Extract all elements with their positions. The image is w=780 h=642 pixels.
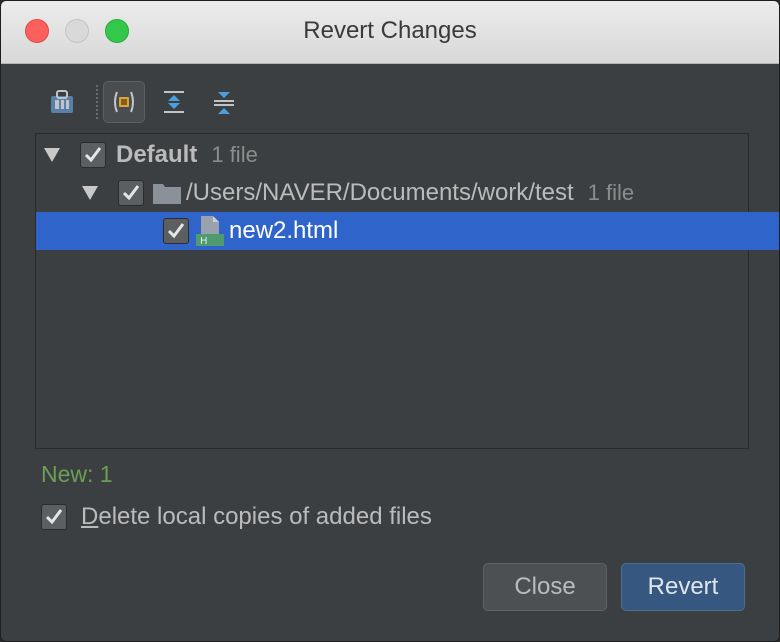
- revert-changes-dialog: Revert Changes Default 1 file /Users/NAV…: [0, 0, 780, 642]
- html-file-icon: H: [196, 216, 224, 247]
- group-by-button[interactable]: [41, 81, 83, 123]
- expand-arrow-icon[interactable]: [44, 148, 60, 162]
- window-title: Revert Changes: [303, 17, 477, 44]
- expand-all-button[interactable]: [153, 81, 195, 123]
- directory-checkbox[interactable]: [118, 180, 144, 206]
- tree-row-directory[interactable]: /Users/NAVER/Documents/work/test 1 file: [36, 174, 779, 212]
- svg-text:H: H: [200, 236, 208, 247]
- checkmark-icon: [122, 185, 140, 201]
- show-directories-button[interactable]: [103, 81, 145, 123]
- change-summary: New: 1: [41, 461, 113, 487]
- folder-icon: [153, 184, 181, 204]
- changelist-count: 1 file: [211, 142, 258, 167]
- delete-local-copies-option[interactable]: Delete local copies of added files: [41, 503, 432, 531]
- toolbar-separator: [96, 85, 98, 119]
- checkmark-icon: [84, 147, 102, 163]
- group-by-directory-icon: [51, 90, 73, 113]
- changelist-checkbox[interactable]: [80, 142, 106, 168]
- mnemonic-letter: D: [81, 503, 99, 530]
- file-name: new2.html: [229, 217, 339, 244]
- delete-local-copies-label[interactable]: Delete local copies of added files: [81, 503, 432, 531]
- checkmark-icon: [45, 509, 63, 525]
- show-directories-icon: [114, 91, 134, 113]
- expand-all-icon: [164, 91, 184, 113]
- delete-local-copies-checkbox[interactable]: [41, 504, 67, 530]
- tree-toolbar: [41, 81, 301, 123]
- delete-label-rest: elete local copies of added files: [98, 503, 432, 530]
- checkmark-icon: [167, 223, 185, 239]
- directory-path: /Users/NAVER/Documents/work/test: [186, 179, 574, 206]
- tree-row-changelist[interactable]: Default 1 file: [36, 136, 756, 174]
- collapse-all-button[interactable]: [203, 81, 245, 123]
- close-button[interactable]: Close: [483, 563, 607, 611]
- tree-row-file[interactable]: H new2.html: [36, 212, 779, 250]
- changes-tree[interactable]: Default 1 file /Users/NAVER/Documents/wo…: [35, 133, 779, 449]
- title-bar: Revert Changes: [1, 1, 779, 64]
- collapse-all-icon: [214, 92, 234, 114]
- directory-count: 1 file: [587, 180, 635, 205]
- file-checkbox[interactable]: [163, 218, 189, 244]
- revert-button[interactable]: Revert: [621, 563, 745, 611]
- expand-arrow-icon[interactable]: [82, 186, 98, 200]
- changelist-name: Default: [116, 141, 198, 168]
